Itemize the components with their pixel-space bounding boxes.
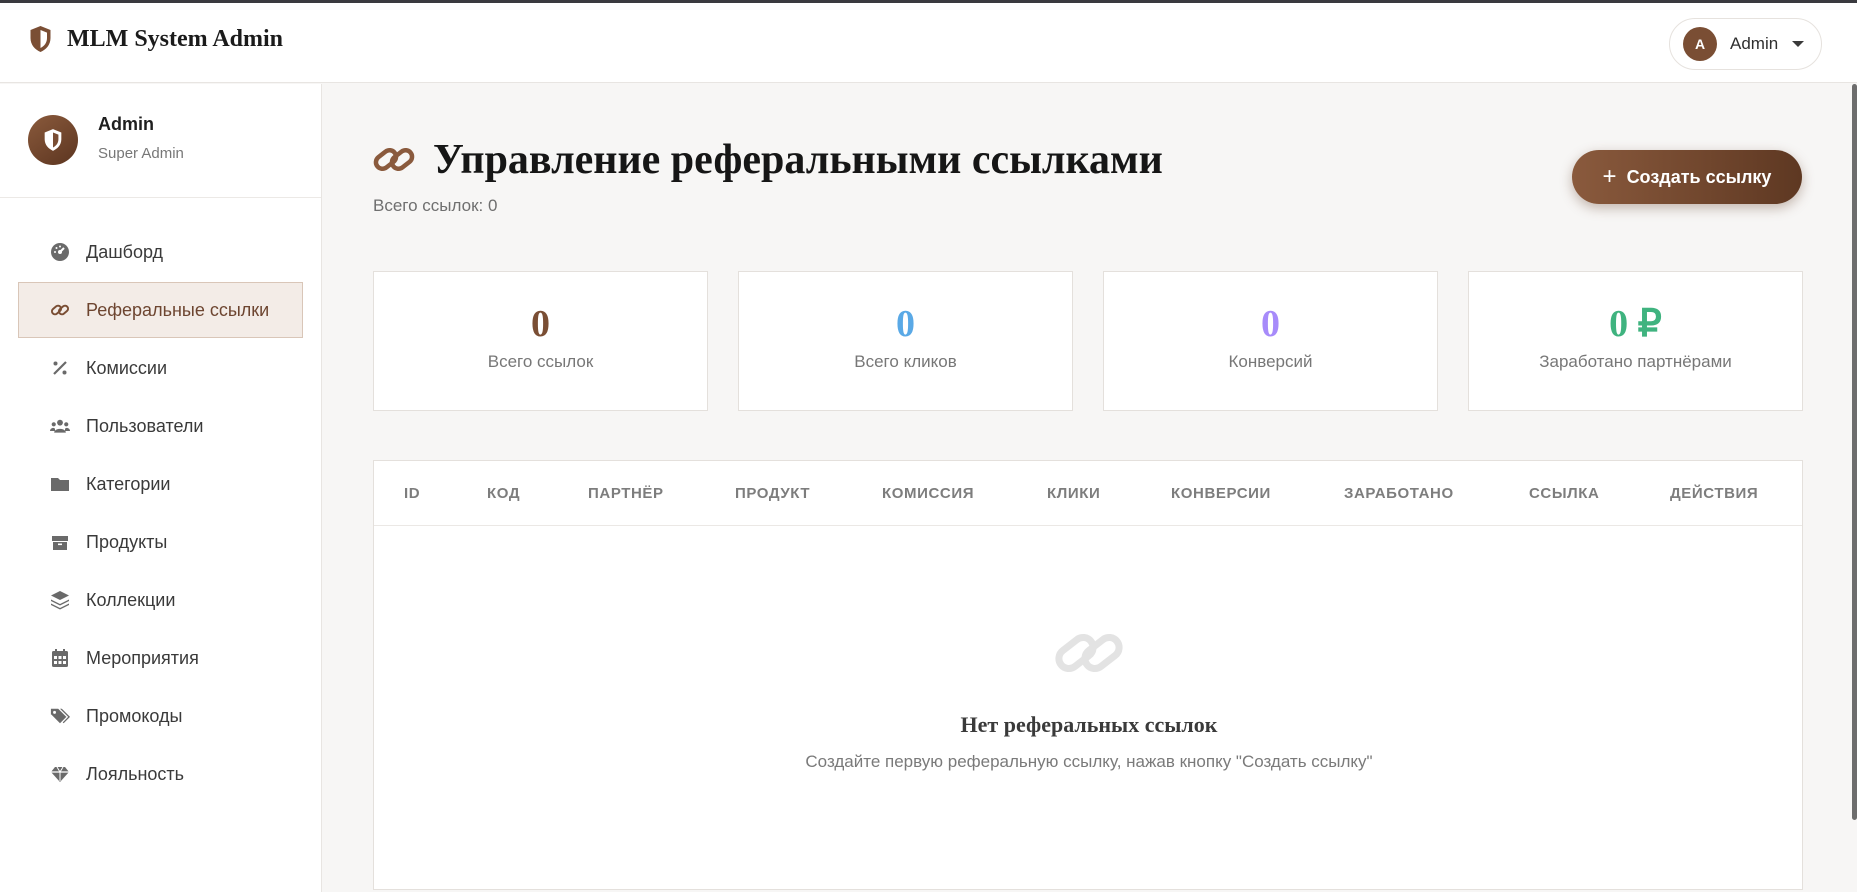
empty-state: Нет реферальных ссылок Создайте первую р…: [374, 621, 1804, 772]
sidebar-item-label: Мероприятия: [86, 647, 199, 668]
sidebar-item-referral-links[interactable]: Реферальные ссылки: [18, 282, 303, 338]
link-icon: [373, 147, 415, 172]
folder-icon: [49, 473, 71, 495]
sidebar-item-label: Коллекции: [86, 589, 176, 610]
stat-card-links: 0 Всего ссылок: [373, 271, 708, 411]
column-header-id[interactable]: ID: [404, 461, 420, 526]
stat-value: 0: [896, 303, 915, 345]
users-icon: [49, 415, 71, 437]
sidebar-item-label: Дашборд: [86, 241, 164, 262]
percent-icon: [49, 357, 71, 379]
stat-label: Всего кликов: [854, 351, 957, 371]
sidebar-item-label: Промокоды: [86, 705, 183, 726]
brand[interactable]: MLM System Admin: [28, 25, 283, 53]
plus-icon: +: [1602, 163, 1617, 190]
sidebar-item-label: Продукты: [86, 531, 168, 552]
profile-avatar: [28, 115, 78, 165]
page-header: Управление реферальными ссылками: [373, 136, 1163, 184]
create-link-button[interactable]: + Создать ссылку: [1572, 150, 1802, 204]
sidebar-item-label: Пользователи: [86, 415, 204, 436]
stat-label: Конверсий: [1228, 351, 1313, 371]
calendar-icon: [49, 647, 71, 669]
stat-card-conversions: 0 Конверсий: [1103, 271, 1438, 411]
sidebar-item-label: Реферальные ссылки: [86, 299, 270, 320]
column-header-actions: ДЕЙСТВИЯ: [1670, 485, 1759, 502]
empty-state-title: Нет реферальных ссылок: [960, 712, 1218, 737]
stat-card-clicks: 0 Всего кликов: [738, 271, 1073, 411]
stats-row: 0 Всего ссылок 0 Всего кликов 0 Конверси…: [373, 271, 1803, 411]
sidebar-item-promocodes[interactable]: Промокоды: [18, 688, 303, 744]
sidebar-item-users[interactable]: Пользователи: [18, 398, 303, 454]
stat-value: 0 ₽: [1609, 303, 1662, 345]
avatar: A: [1683, 27, 1717, 61]
gauge-icon: [49, 241, 71, 263]
links-count: Всего ссылок: 0: [373, 196, 498, 215]
sidebar-item-label: Категории: [86, 473, 171, 494]
sidebar-nav: Дашборд Реферальные ссылки Комиссии Поль…: [18, 224, 303, 804]
create-link-label: Создать ссылку: [1626, 166, 1772, 187]
stat-label: Всего ссылок: [487, 351, 594, 371]
stat-value: 0: [531, 303, 550, 345]
shield-icon: [44, 129, 62, 151]
sidebar-item-categories[interactable]: Категории: [18, 456, 303, 512]
tags-icon: [49, 705, 71, 727]
stat-label: Заработано партнёрами: [1539, 351, 1732, 371]
page-scrollbar[interactable]: [1852, 84, 1857, 820]
page-title: Управление реферальными ссылками: [433, 137, 1163, 183]
profile-name: Admin: [98, 114, 154, 134]
sidebar-item-loyalty[interactable]: Лояльность: [18, 746, 303, 802]
gem-icon: [49, 763, 71, 785]
sidebar-item-products[interactable]: Продукты: [18, 514, 303, 570]
column-header-earned[interactable]: ЗАРАБОТАНО: [1344, 461, 1454, 526]
sidebar-item-events[interactable]: Мероприятия: [18, 630, 303, 686]
app-title: MLM System Admin: [67, 25, 283, 52]
column-header-link[interactable]: ССЫЛКА: [1529, 461, 1599, 526]
empty-state-text: Создайте первую реферальную ссылку, нажа…: [805, 752, 1373, 771]
layers-icon: [49, 589, 71, 611]
top-header: MLM System Admin A Admin: [0, 3, 1857, 83]
user-menu-button[interactable]: A Admin: [1669, 18, 1822, 70]
sidebar-item-dashboard[interactable]: Дашборд: [18, 224, 303, 280]
sidebar-item-label: Лояльность: [86, 763, 185, 784]
sidebar-profile: Admin Super Admin: [0, 84, 321, 198]
column-header-conversions[interactable]: КОНВЕРСИИ: [1171, 461, 1271, 526]
table-header: ID КОД ПАРТНЁР ПРОДУКТ КОМИССИЯ КЛИКИ КО…: [374, 461, 1802, 526]
column-header-commission[interactable]: КОМИССИЯ: [882, 461, 974, 526]
shield-icon: [30, 26, 51, 52]
column-header-product[interactable]: ПРОДУКТ: [735, 461, 810, 526]
sidebar-item-label: Комиссии: [86, 357, 168, 378]
link-icon: [1055, 633, 1123, 673]
column-header-clicks[interactable]: КЛИКИ: [1047, 461, 1100, 526]
chevron-down-icon: [1792, 41, 1805, 47]
sidebar: Admin Super Admin Дашборд Реферальные сс…: [0, 84, 322, 892]
stat-value: 0: [1261, 303, 1280, 345]
sidebar-item-commissions[interactable]: Комиссии: [18, 340, 303, 396]
profile-role: Super Admin: [98, 145, 184, 162]
column-header-code[interactable]: КОД: [487, 461, 520, 526]
sidebar-item-collections[interactable]: Коллекции: [18, 572, 303, 628]
referral-links-table: ID КОД ПАРТНЁР ПРОДУКТ КОМИССИЯ КЛИКИ КО…: [373, 460, 1803, 890]
stat-card-earned: 0 ₽ Заработано партнёрами: [1468, 271, 1803, 411]
link-icon: [49, 299, 71, 321]
column-header-partner[interactable]: ПАРТНЁР: [588, 461, 664, 526]
user-name: Admin: [1730, 34, 1779, 53]
box-icon: [49, 531, 71, 553]
